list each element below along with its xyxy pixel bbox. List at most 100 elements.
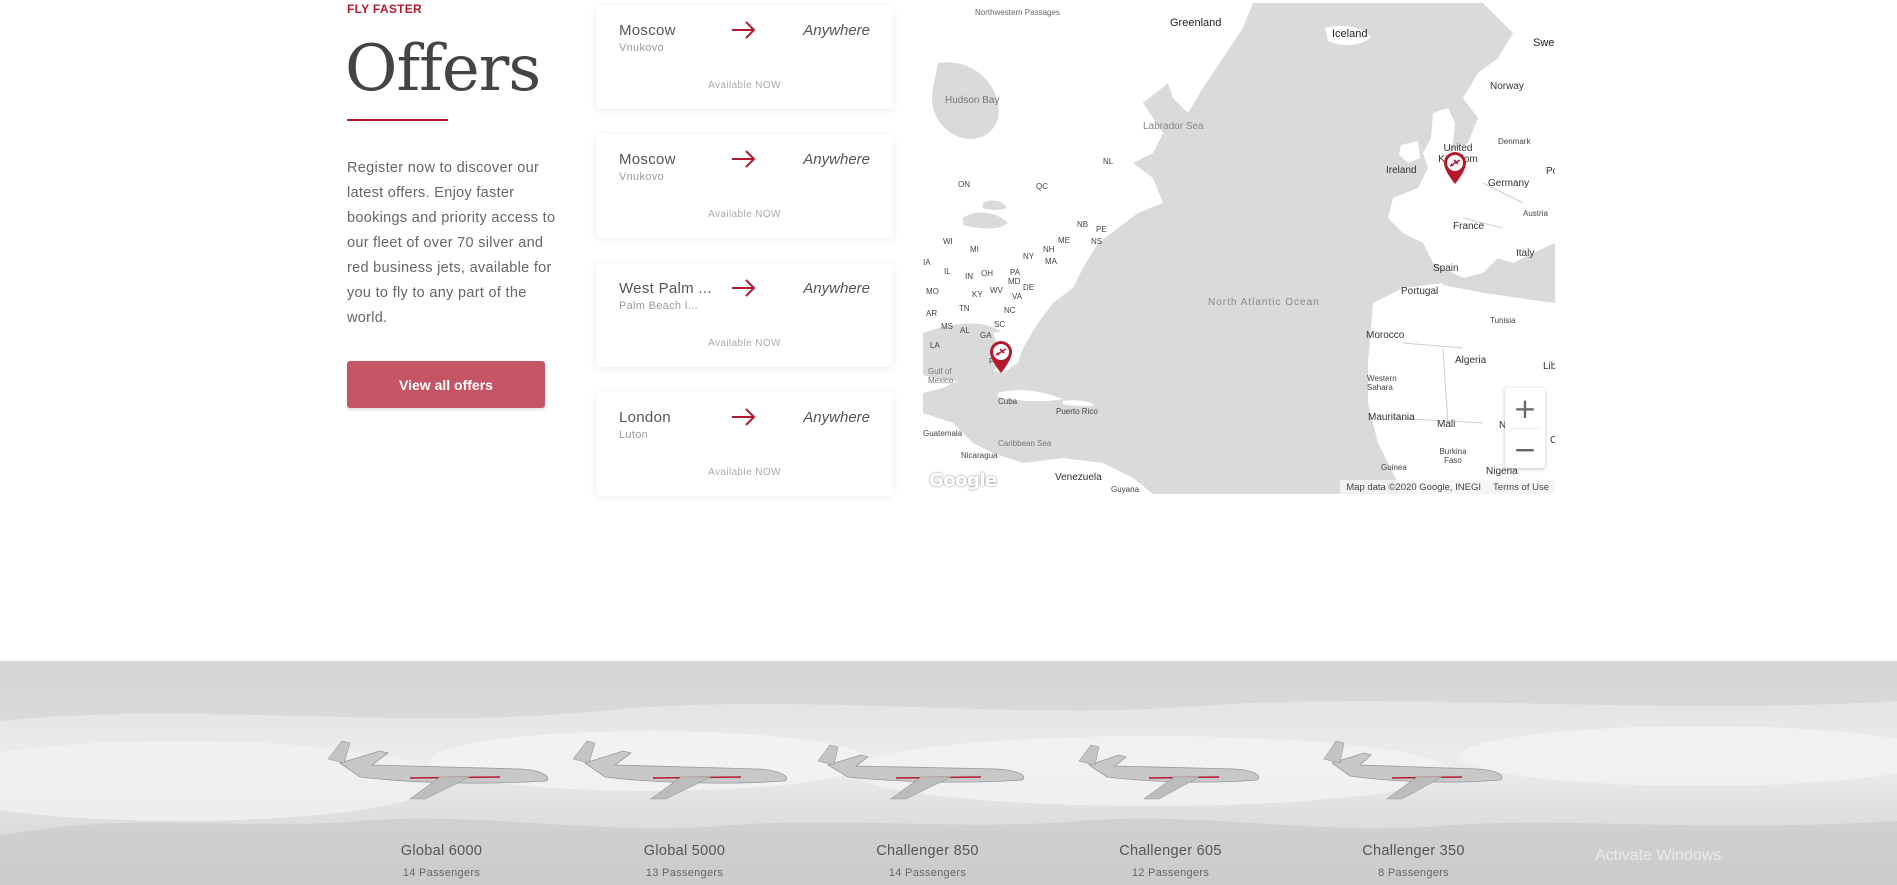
map-label: Tunisia (1490, 316, 1516, 325)
zoom-out-button[interactable]: − (1505, 429, 1545, 469)
map-label: Venezuela (1055, 472, 1102, 483)
map-label: AR (926, 309, 938, 318)
map-label: NY (1023, 252, 1035, 261)
map-label: SC (994, 320, 1006, 329)
jet-passenger-capacity: 12 Passengers (1131, 867, 1210, 879)
jet-model-name: Global 6000 (400, 843, 483, 859)
map-label: WI (943, 237, 953, 246)
map-label: Algeria (1455, 355, 1487, 366)
map-label: IA (923, 258, 931, 267)
jet-model-name: Challenger 605 (1119, 843, 1222, 859)
map-label: Puerto Rico (1056, 407, 1098, 416)
fleet-item[interactable]: Challenger 850 14 Passengers (806, 733, 1049, 879)
map-label: Gulf of Mexico (928, 367, 954, 385)
offer-origin-airport: Vnukovo (619, 42, 664, 54)
offer-origin: London (619, 409, 671, 426)
offer-destination: Anywhere (803, 409, 870, 426)
jet-passenger-capacity: 8 Passengers (1378, 867, 1449, 879)
view-all-offers-button[interactable]: View all offers (347, 361, 545, 408)
intro-description: Register now to discover our latest offe… (347, 160, 556, 326)
map-label: NL (1103, 157, 1114, 166)
map-label: Hudson Bay (945, 95, 1000, 106)
jet-image (817, 744, 1024, 800)
map-label: Labrador Sea (1143, 121, 1204, 132)
offer-card[interactable]: Moscow Vnukovo Anywhere Available NOW (596, 5, 893, 109)
map-label: Denmark (1498, 137, 1531, 146)
map-label: Iceland (1332, 28, 1368, 40)
jet-model-name: Challenger 350 (1362, 843, 1465, 859)
offer-destination: Anywhere (803, 22, 870, 39)
map-label: VA (1012, 292, 1023, 301)
map-label: Northwestern Passages (975, 8, 1060, 17)
arrow-right-icon (732, 408, 756, 426)
jet-model-name: Challenger 850 (876, 843, 979, 859)
map-label: LA (930, 341, 940, 350)
fleet-item[interactable]: Global 5000 13 Passengers (563, 733, 806, 879)
map-label: NB (1077, 220, 1089, 229)
map-label: Guyana (1111, 485, 1140, 494)
map-label: Spain (1433, 263, 1459, 274)
jet-image (572, 740, 787, 800)
offer-destination: Anywhere (803, 280, 870, 297)
offer-card[interactable]: London Luton Anywhere Available NOW (596, 392, 893, 496)
map-label: Portugal (1401, 286, 1439, 297)
offer-card[interactable]: West Palm ... Palm Beach I... Anywhere A… (596, 263, 893, 367)
airplane-map-pin-icon[interactable] (988, 340, 1014, 374)
map-label: Lib (1543, 361, 1555, 372)
fleet-section: Global 6000 14 Passengers Global 5000 13… (0, 661, 1897, 885)
map-label: IL (944, 267, 951, 276)
map-label: MI (970, 245, 979, 254)
title-underline (347, 119, 448, 121)
map-label: OH (981, 269, 993, 278)
map-label: PE (1096, 225, 1107, 234)
eyebrow-label: FLY FASTER (347, 2, 423, 16)
fleet-item[interactable]: Challenger 605 12 Passengers (1049, 733, 1292, 879)
map-label: DE (1023, 283, 1035, 292)
map-land-shapes (923, 3, 1555, 494)
map-label: MS (941, 322, 953, 331)
map-label: TN (959, 304, 970, 313)
map-label: Mali (1437, 419, 1456, 430)
map-label: Italy (1516, 248, 1535, 259)
map-label: QC (1036, 182, 1048, 191)
offer-availability: Available NOW (708, 80, 781, 91)
map-label: Swe (1533, 37, 1555, 49)
map-label: ME (1058, 236, 1070, 245)
offer-destination: Anywhere (803, 151, 870, 168)
terms-of-use-link[interactable]: Terms of Use (1487, 482, 1555, 493)
fleet-item[interactable]: Challenger 350 8 Passengers (1292, 733, 1535, 879)
map-label: GA (980, 331, 992, 340)
page-title: Offers (345, 32, 541, 106)
jet-passenger-capacity: 14 Passengers (402, 867, 481, 879)
jet-image (1323, 740, 1503, 800)
arrow-right-icon (732, 21, 756, 39)
map-label: ON (958, 180, 970, 189)
google-logo[interactable]: Google (929, 470, 997, 491)
map-label: Ireland (1386, 165, 1417, 176)
airplane-map-pin-icon[interactable] (1442, 151, 1468, 185)
map-label: Morocco (1366, 330, 1405, 341)
offers-map[interactable]: Northwestern Passages Greenland Iceland … (923, 3, 1555, 494)
map-label: MA (1045, 257, 1057, 266)
offer-origin: Moscow (619, 151, 676, 168)
map-label: NC (1004, 306, 1016, 315)
arrow-right-icon (732, 150, 756, 168)
map-label: Norway (1490, 81, 1524, 92)
jet-image (327, 740, 548, 800)
offer-availability: Available NOW (708, 467, 781, 478)
activate-windows-watermark: Activate Windows (1595, 847, 1722, 864)
offer-card[interactable]: Moscow Vnukovo Anywhere Available NOW (596, 134, 893, 238)
map-label: Burkina Faso (1439, 447, 1467, 465)
map-label: Caribbean Sea (998, 439, 1052, 448)
map-zoom-controls: + − (1505, 388, 1545, 468)
map-label: C (1550, 435, 1555, 446)
fleet-item[interactable]: Global 6000 14 Passengers (320, 733, 563, 879)
offer-origin: Moscow (619, 22, 676, 39)
map-data-credit[interactable]: Map data ©2020 Google, INEGI (1340, 482, 1487, 493)
offer-origin-airport: Luton (619, 429, 649, 441)
zoom-in-button[interactable]: + (1505, 388, 1545, 428)
map-label: Greenland (1170, 17, 1222, 29)
offer-origin-airport: Vnukovo (619, 171, 664, 183)
map-label: Guinea (1381, 463, 1407, 472)
map-label: Guatemala (923, 429, 963, 438)
